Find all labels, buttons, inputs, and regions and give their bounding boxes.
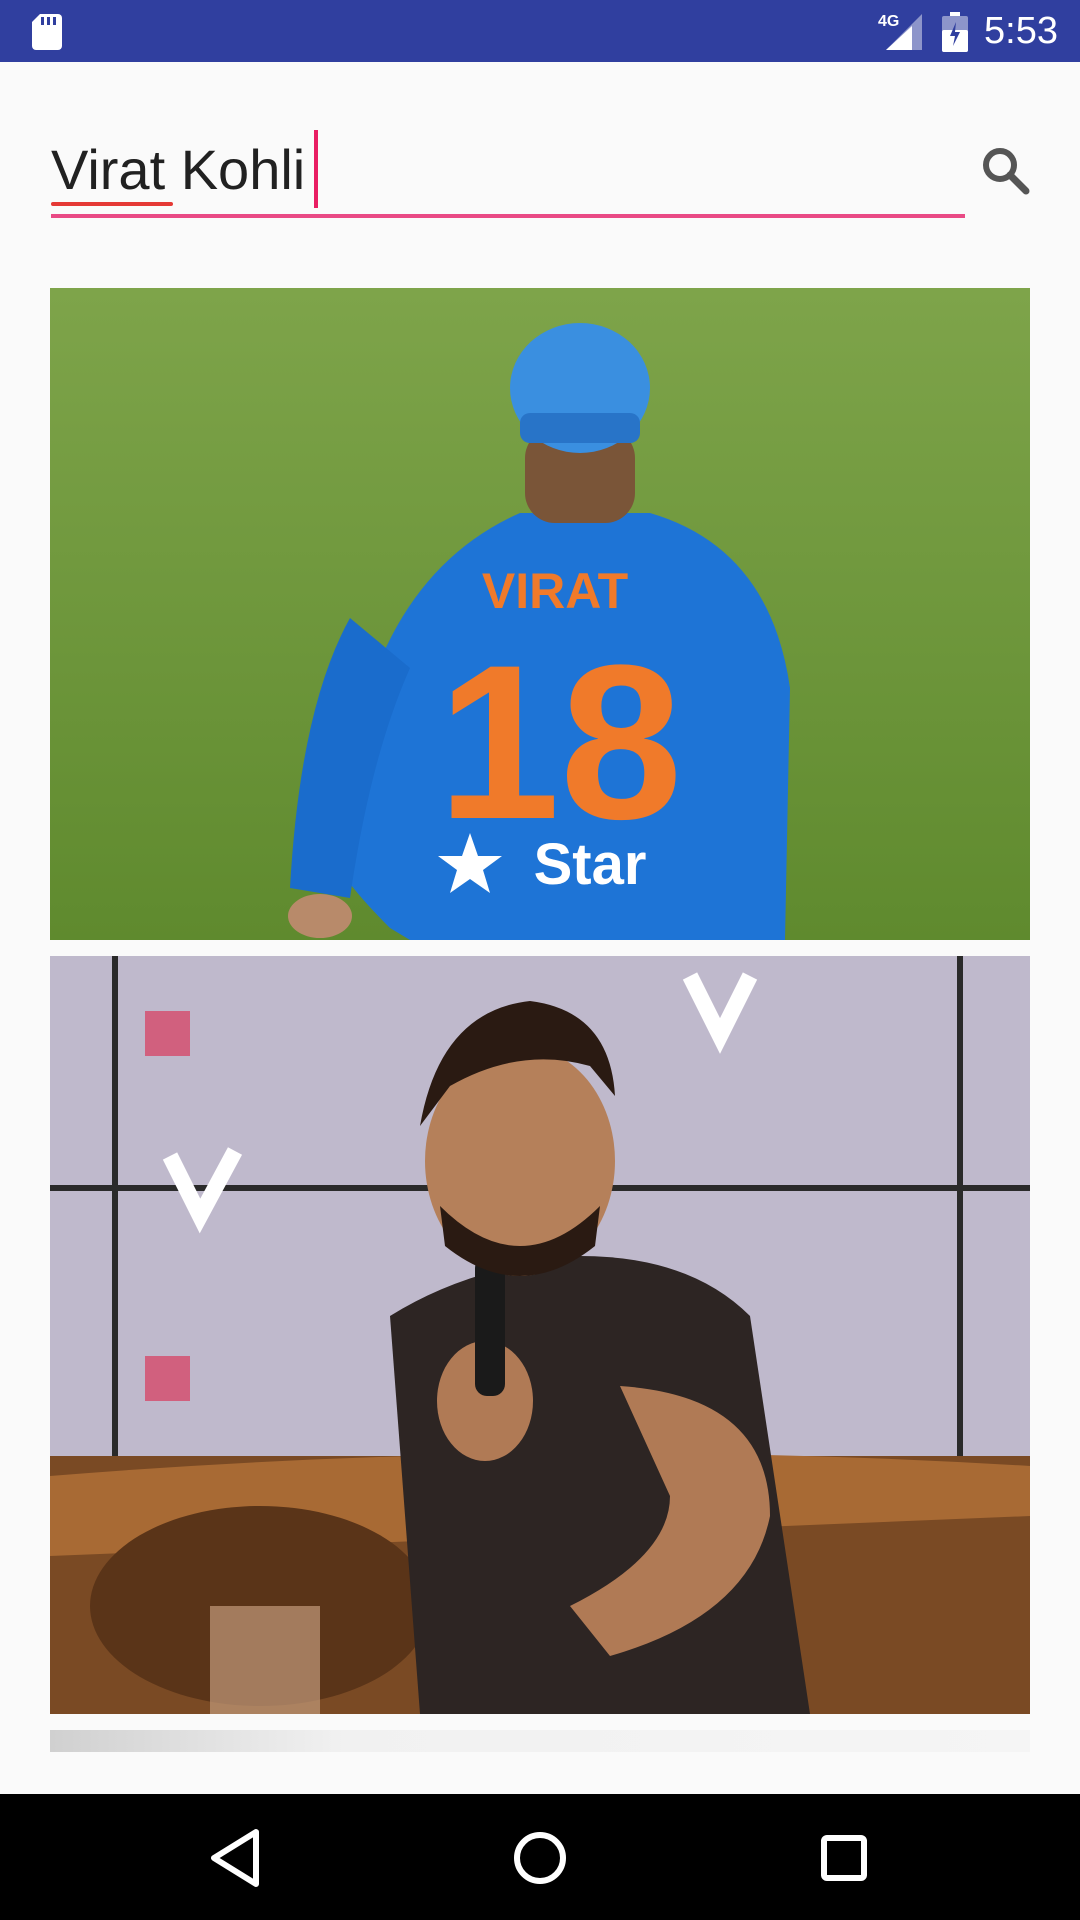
battery-icon [942,12,968,52]
search-input-text[interactable]: Virat Kohli [51,138,305,202]
result-image-2[interactable] [50,956,1030,1714]
search-field[interactable]: Virat Kohli [51,130,965,220]
signal-icon: 4G [878,13,922,50]
back-icon[interactable] [200,1822,272,1894]
text-caret [314,130,318,208]
search-input-underline [51,214,965,218]
portrait-photo [50,956,1030,1714]
recents-icon[interactable] [808,1822,880,1894]
status-bar: 4G 5:53 [0,0,1080,62]
spellcheck-underline [51,202,173,206]
sd-card-icon [32,14,62,50]
jersey-sponsor: Star [534,832,647,897]
search-button[interactable] [975,140,1035,200]
navigation-bar [0,1794,1080,1920]
jersey-name: VIRAT [482,563,628,619]
search-icon [983,148,1030,195]
home-icon[interactable] [504,1822,576,1894]
result-image-1[interactable]: VIRAT 18 Star [50,288,1030,940]
network-type-label: 4G [878,13,899,30]
jersey-number: 18 [438,619,683,865]
status-clock: 5:53 [984,10,1058,52]
cricket-player-photo: VIRAT 18 Star [50,288,1030,940]
result-image-3[interactable] [50,1730,1030,1752]
